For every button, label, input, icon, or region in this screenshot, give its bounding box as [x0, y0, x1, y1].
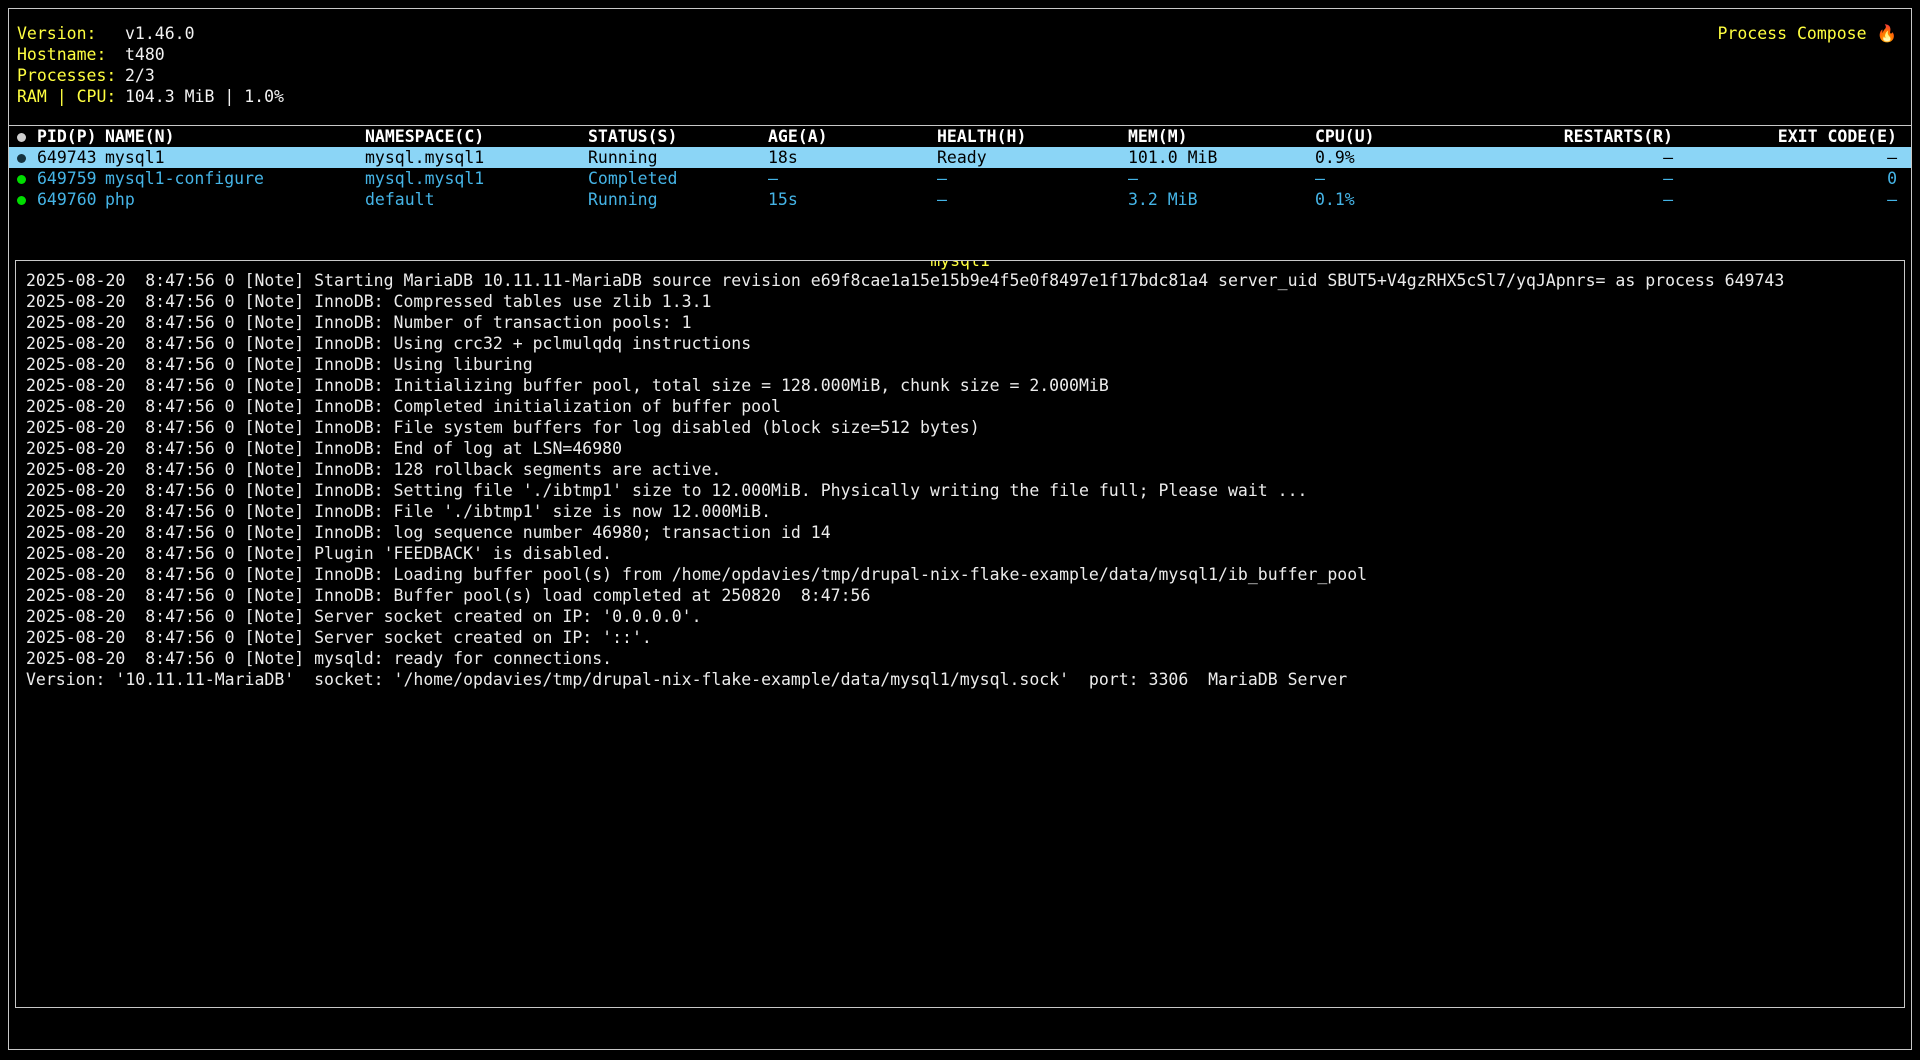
age-cell: 15s — [768, 189, 937, 210]
log-line: 2025-08-20 8:47:56 0 [Note] InnoDB: Sett… — [26, 480, 1894, 501]
pid-cell: 649760 — [37, 189, 105, 210]
status-dot — [17, 168, 37, 189]
log-line: 2025-08-20 8:47:56 0 [Note] InnoDB: Usin… — [26, 354, 1894, 375]
version-value: v1.46.0 — [125, 23, 284, 44]
log-panel[interactable]: mysql1 2025-08-20 8:47:56 0 [Note] Start… — [15, 260, 1905, 1008]
app-title-text: Process Compose — [1718, 24, 1867, 43]
help-bar: F1Shortcuts LOGS: F4MaximizeF5UnfollowF6… — [13, 1020, 1907, 1041]
log-line: 2025-08-20 8:47:56 0 [Note] InnoDB: log … — [26, 522, 1894, 543]
app-header: Version: v1.46.0 Hostname: t480 Processe… — [9, 9, 1911, 109]
log-line: 2025-08-20 8:47:56 0 [Note] InnoDB: Init… — [26, 375, 1894, 396]
log-line: 2025-08-20 8:47:56 0 [Note] Server socke… — [26, 606, 1894, 627]
log-lines: 2025-08-20 8:47:56 0 [Note] Starting Mar… — [26, 270, 1894, 690]
col-status: STATUS(S) — [588, 126, 768, 147]
age-cell: 18s — [768, 147, 937, 168]
log-line: 2025-08-20 8:47:56 0 [Note] mysqld: read… — [26, 648, 1894, 669]
hostname-label: Hostname: — [17, 44, 125, 65]
processes-label: Processes: — [17, 65, 125, 86]
name-cell: mysql1 — [105, 147, 365, 168]
status-cell: Running — [588, 147, 768, 168]
health-cell: – — [937, 189, 1128, 210]
table-row-mysql1[interactable]: 649743 mysql1 mysql.mysql1 Running 18s R… — [9, 147, 1911, 168]
header-dot-icon — [17, 126, 37, 147]
log-line: 2025-08-20 8:47:56 0 [Note] InnoDB: End … — [26, 438, 1894, 459]
name-cell: php — [105, 189, 365, 210]
log-line: 2025-08-20 8:47:56 0 [Note] Plugin 'FEED… — [26, 543, 1894, 564]
exit-code-cell: – — [1673, 189, 1897, 210]
processes-value: 2/3 — [125, 65, 284, 86]
col-restarts: RESTARTS(R) — [1510, 126, 1673, 147]
log-line: 2025-08-20 8:47:56 0 [Note] InnoDB: Usin… — [26, 333, 1894, 354]
status-cell: Running — [588, 189, 768, 210]
col-pid: PID(P) — [37, 126, 105, 147]
fire-icon: 🔥 — [1876, 24, 1897, 43]
mem-cell: – — [1128, 168, 1315, 189]
log-panel-title: mysql1 — [929, 260, 991, 271]
log-line: 2025-08-20 8:47:56 0 [Note] Server socke… — [26, 627, 1894, 648]
col-cpu: CPU(U) — [1315, 126, 1510, 147]
col-age: AGE(A) — [768, 126, 937, 147]
system-info: Version: v1.46.0 Hostname: t480 Processe… — [17, 23, 284, 107]
log-line: 2025-08-20 8:47:56 0 [Note] InnoDB: Load… — [26, 564, 1894, 585]
cpu-cell: 0.9% — [1315, 147, 1510, 168]
namespace-cell: mysql.mysql1 — [365, 147, 588, 168]
col-exit-code: EXIT CODE(E) — [1673, 126, 1897, 147]
log-line: 2025-08-20 8:47:56 0 [Note] InnoDB: Buff… — [26, 585, 1894, 606]
restarts-cell: – — [1510, 189, 1673, 210]
col-namespace: NAMESPACE(C) — [365, 126, 588, 147]
exit-code-cell: 0 — [1673, 168, 1897, 189]
namespace-cell: mysql.mysql1 — [365, 168, 588, 189]
exit-code-cell: – — [1673, 147, 1897, 168]
ram-cpu-label: RAM | CPU: — [17, 86, 125, 107]
log-line: 2025-08-20 8:47:56 0 [Note] InnoDB: File… — [26, 417, 1894, 438]
log-line: 2025-08-20 8:47:56 0 [Note] InnoDB: File… — [26, 501, 1894, 522]
restarts-cell: – — [1510, 168, 1673, 189]
process-compose-app: Version: v1.46.0 Hostname: t480 Processe… — [8, 8, 1912, 1050]
name-cell: mysql1-configure — [105, 168, 365, 189]
col-health: HEALTH(H) — [937, 126, 1128, 147]
age-cell: – — [768, 168, 937, 189]
mem-cell: 3.2 MiB — [1128, 189, 1315, 210]
namespace-cell: default — [365, 189, 588, 210]
log-line: 2025-08-20 8:47:56 0 [Note] InnoDB: Numb… — [26, 312, 1894, 333]
status-cell: Completed — [588, 168, 768, 189]
log-line: 2025-08-20 8:47:56 0 [Note] Starting Mar… — [26, 270, 1894, 291]
app-title: Process Compose 🔥 — [1718, 23, 1898, 44]
table-header-row: PID(P) NAME(N) NAMESPACE(C) STATUS(S) AG… — [9, 126, 1911, 147]
status-dot — [17, 147, 37, 168]
col-mem: MEM(M) — [1128, 126, 1315, 147]
version-label: Version: — [17, 23, 125, 44]
ram-cpu-value: 104.3 MiB | 1.0% — [125, 86, 284, 107]
restarts-cell: – — [1510, 147, 1673, 168]
pid-cell: 649759 — [37, 168, 105, 189]
log-line: 2025-08-20 8:47:56 0 [Note] InnoDB: Comp… — [26, 291, 1894, 312]
hostname-value: t480 — [125, 44, 284, 65]
log-line: Version: '10.11.11-MariaDB' socket: '/ho… — [26, 669, 1894, 690]
log-line: 2025-08-20 8:47:56 0 [Note] InnoDB: 128 … — [26, 459, 1894, 480]
log-line: 2025-08-20 8:47:56 0 [Note] InnoDB: Comp… — [26, 396, 1894, 417]
cpu-cell: – — [1315, 168, 1510, 189]
pid-cell: 649743 — [37, 147, 105, 168]
table-row-php[interactable]: 649760 php default Running 15s – 3.2 MiB… — [9, 189, 1911, 210]
cpu-cell: 0.1% — [1315, 189, 1510, 210]
status-dot — [17, 189, 37, 210]
health-cell: – — [937, 168, 1128, 189]
table-row-mysql1-configure[interactable]: 649759 mysql1-configure mysql.mysql1 Com… — [9, 168, 1911, 189]
health-cell: Ready — [937, 147, 1128, 168]
process-table: PID(P) NAME(N) NAMESPACE(C) STATUS(S) AG… — [9, 125, 1911, 210]
col-name: NAME(N) — [105, 126, 365, 147]
mem-cell: 101.0 MiB — [1128, 147, 1315, 168]
